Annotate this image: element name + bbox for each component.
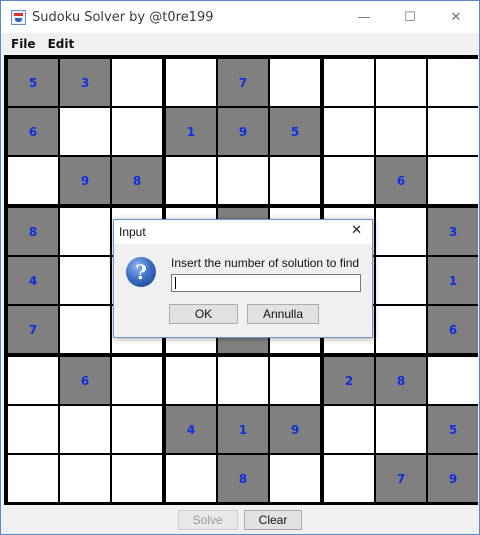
sudoku-cell[interactable] (112, 406, 162, 453)
sudoku-cell[interactable] (270, 157, 320, 204)
title-bar: Sudoku Solver by @t0re199 — ☐ ✕ (1, 1, 479, 33)
sudoku-cell[interactable] (60, 306, 110, 353)
input-dialog: Input ✕ ? Insert the number of solution … (113, 219, 373, 338)
sudoku-cell[interactable] (324, 108, 374, 155)
java-cup-icon (11, 9, 26, 25)
solve-button[interactable]: Solve (177, 509, 238, 530)
minimize-button[interactable]: — (341, 1, 387, 33)
window-controls: — ☐ ✕ (341, 1, 479, 33)
sudoku-cell[interactable] (218, 357, 268, 404)
sudoku-cell[interactable]: 5 (270, 108, 320, 155)
sudoku-cell[interactable] (428, 108, 478, 155)
dialog-title: Input (119, 225, 146, 239)
sudoku-cell[interactable] (324, 59, 374, 106)
sudoku-cell[interactable] (166, 455, 216, 502)
ok-button[interactable]: OK (169, 304, 238, 324)
sudoku-cell[interactable] (60, 455, 110, 502)
sudoku-cell[interactable] (166, 357, 216, 404)
sudoku-cell[interactable]: 3 (60, 59, 110, 106)
sudoku-cell[interactable] (218, 157, 268, 204)
sudoku-cell[interactable]: 9 (428, 455, 478, 502)
sudoku-cell[interactable]: 5 (428, 406, 478, 453)
sudoku-cell[interactable] (376, 257, 426, 304)
sudoku-cell[interactable]: 7 (218, 59, 268, 106)
sudoku-cell[interactable] (376, 208, 426, 255)
sudoku-cell[interactable]: 7 (376, 455, 426, 502)
sudoku-cell[interactable] (270, 59, 320, 106)
sudoku-cell[interactable] (60, 208, 110, 255)
button-bar: Solve Clear (1, 505, 479, 534)
dialog-prompt: Insert the number of solution to find (171, 256, 360, 270)
sudoku-cell[interactable] (376, 306, 426, 353)
sudoku-cell[interactable] (8, 357, 58, 404)
sudoku-cell[interactable] (324, 455, 374, 502)
sudoku-cell[interactable] (376, 406, 426, 453)
sudoku-cell[interactable] (60, 406, 110, 453)
sudoku-cell[interactable] (428, 59, 478, 106)
cancel-button[interactable]: Annulla (247, 304, 319, 324)
sudoku-cell[interactable] (60, 257, 110, 304)
sudoku-cell[interactable] (270, 357, 320, 404)
question-icon: ? (126, 257, 156, 287)
sudoku-cell[interactable] (324, 406, 374, 453)
sudoku-cell[interactable] (112, 357, 162, 404)
sudoku-cell[interactable] (112, 59, 162, 106)
menu-file[interactable]: File (9, 37, 38, 51)
main-window: Sudoku Solver by @t0re199 — ☐ ✕ File Edi… (0, 0, 480, 535)
sudoku-cell[interactable]: 6 (428, 306, 478, 353)
sudoku-cell[interactable] (112, 455, 162, 502)
sudoku-cell[interactable]: 1 (218, 406, 268, 453)
solution-count-input[interactable] (171, 274, 361, 292)
text-caret (175, 277, 176, 289)
sudoku-cell[interactable]: 6 (8, 108, 58, 155)
menu-edit[interactable]: Edit (46, 37, 77, 51)
sudoku-cell[interactable]: 8 (112, 157, 162, 204)
close-button[interactable]: ✕ (433, 1, 479, 33)
sudoku-cell[interactable]: 6 (376, 157, 426, 204)
dialog-close-icon[interactable]: ✕ (351, 223, 362, 238)
sudoku-cell[interactable]: 5 (8, 59, 58, 106)
sudoku-cell[interactable]: 3 (428, 208, 478, 255)
window-title: Sudoku Solver by @t0re199 (32, 9, 214, 25)
sudoku-cell[interactable]: 4 (8, 257, 58, 304)
sudoku-cell[interactable]: 1 (166, 108, 216, 155)
sudoku-cell[interactable] (324, 157, 374, 204)
sudoku-cell[interactable]: 9 (60, 157, 110, 204)
sudoku-cell[interactable]: 8 (218, 455, 268, 502)
sudoku-cell[interactable] (8, 455, 58, 502)
sudoku-cell[interactable]: 8 (376, 357, 426, 404)
dialog-title-bar: Input ✕ (114, 220, 372, 244)
maximize-button[interactable]: ☐ (387, 1, 433, 33)
sudoku-cell[interactable]: 7 (8, 306, 58, 353)
sudoku-cell[interactable] (376, 59, 426, 106)
sudoku-cell[interactable]: 2 (324, 357, 374, 404)
sudoku-cell[interactable]: 9 (218, 108, 268, 155)
clear-button[interactable]: Clear (243, 509, 303, 530)
sudoku-cell[interactable] (376, 108, 426, 155)
sudoku-cell[interactable] (112, 108, 162, 155)
sudoku-cell[interactable]: 8 (8, 208, 58, 255)
sudoku-cell[interactable] (270, 455, 320, 502)
sudoku-cell[interactable] (166, 157, 216, 204)
sudoku-cell[interactable] (428, 357, 478, 404)
sudoku-cell[interactable] (8, 157, 58, 204)
sudoku-cell[interactable] (60, 108, 110, 155)
sudoku-cell[interactable]: 6 (60, 357, 110, 404)
sudoku-cell[interactable] (428, 157, 478, 204)
sudoku-cell[interactable]: 9 (270, 406, 320, 453)
sudoku-cell[interactable] (8, 406, 58, 453)
menu-bar: File Edit (1, 33, 479, 55)
sudoku-cell[interactable]: 4 (166, 406, 216, 453)
sudoku-cell[interactable]: 1 (428, 257, 478, 304)
sudoku-cell[interactable] (166, 59, 216, 106)
